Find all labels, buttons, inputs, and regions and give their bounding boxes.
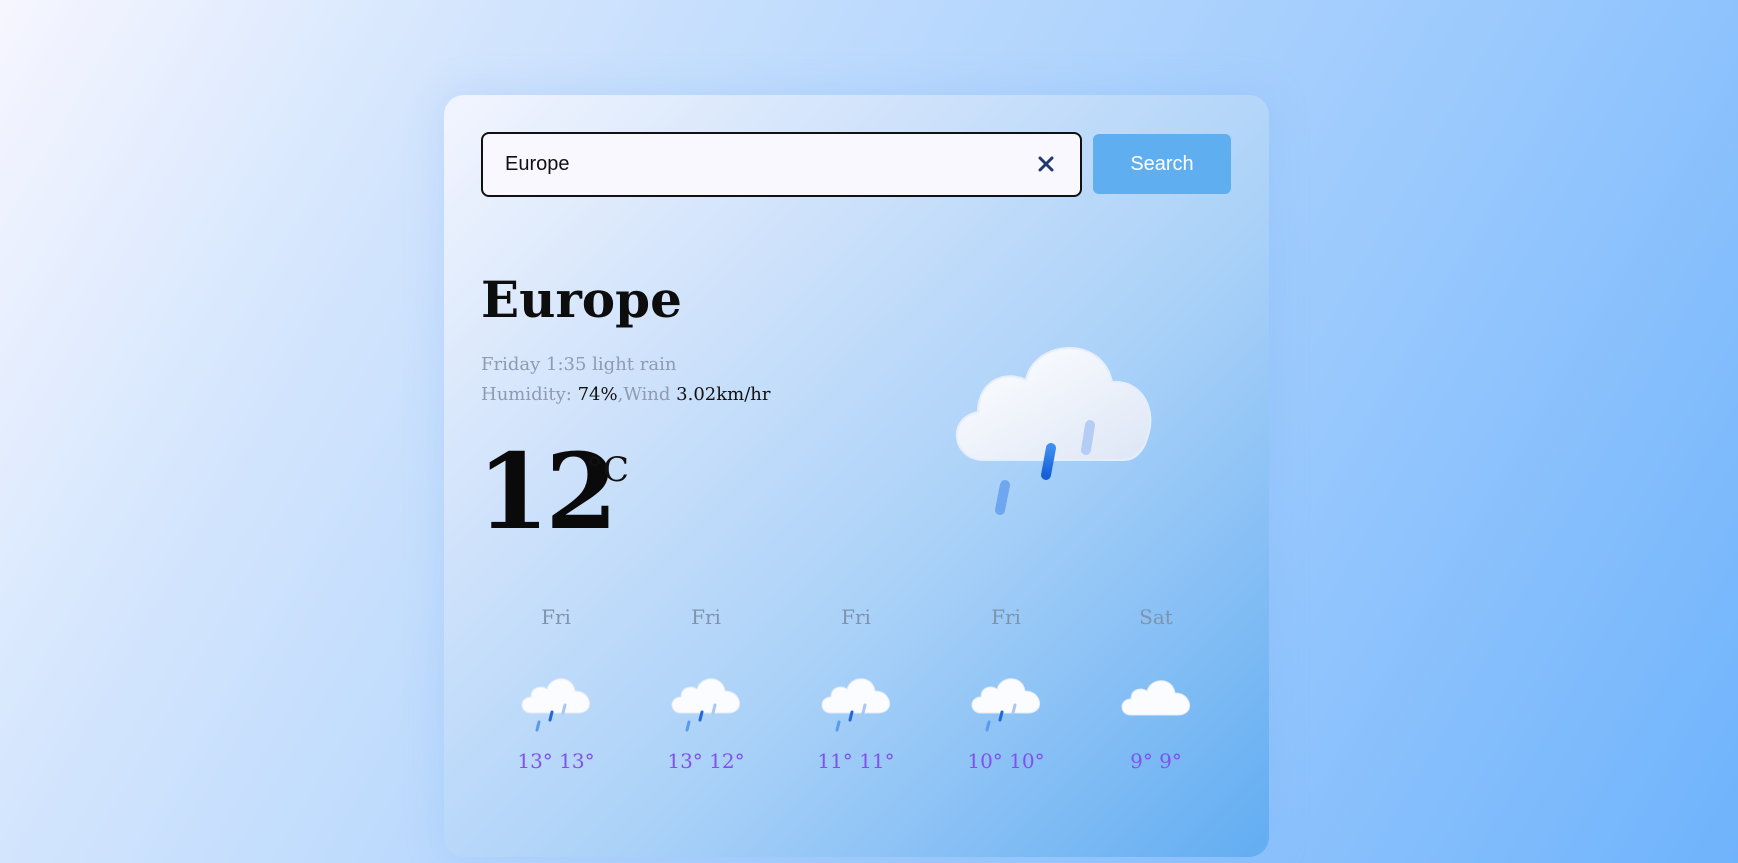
forecast-day: Fri 13° 12° (646, 605, 766, 773)
cloud-icon (1121, 680, 1190, 716)
cloud-rain-icon (521, 678, 590, 732)
forecast-day: Fri 13° 13° (496, 605, 616, 773)
forecast-day-name: Fri (541, 605, 571, 629)
cloud-rain-icon (971, 678, 1040, 732)
forecast-day: Sat 9° 9° (1096, 605, 1216, 773)
weather-details: Friday 1:35 light rain Humidity: 74%,Win… (481, 350, 770, 410)
cloud-rain-icon (821, 678, 890, 732)
weather-card: Search Europe Friday 1:35 light rain Hum… (444, 95, 1269, 857)
forecast-temps: 13° 12° (667, 749, 745, 773)
forecast-temps: 9° 9° (1130, 749, 1182, 773)
forecast-day-name: Fri (991, 605, 1021, 629)
forecast-day-name: Fri (691, 605, 721, 629)
forecast-temps: 11° 11° (817, 749, 895, 773)
humidity-value: 74% (577, 384, 618, 405)
forecast-day-name: Sat (1139, 605, 1173, 629)
humidity-label: Humidity: (481, 384, 572, 405)
search-button[interactable]: Search (1093, 134, 1231, 194)
wind-label: Wind (623, 384, 671, 405)
current-temperature: 12 (477, 430, 618, 553)
close-icon[interactable] (1034, 152, 1058, 176)
forecast-temps: 10° 10° (967, 749, 1045, 773)
search-field[interactable] (481, 132, 1082, 197)
city-name: Europe (481, 270, 682, 329)
condition: light rain (592, 354, 677, 375)
date-condition-line: Friday 1:35 light rain (481, 350, 770, 380)
search-input[interactable] (505, 134, 1025, 195)
cloud-rain-icon (955, 347, 1152, 515)
forecast-temps: 13° 13° (517, 749, 595, 773)
forecast-day: Fri 10° 10° (946, 605, 1066, 773)
forecast-day: Fri 11° 11° (796, 605, 916, 773)
humidity-wind-line: Humidity: 74%,Wind 3.02km/hr (481, 380, 770, 410)
forecast-day-name: Fri (841, 605, 871, 629)
temperature-unit: °C (586, 450, 630, 490)
cloud-rain-icon (671, 678, 740, 732)
day-time: Friday 1:35 (481, 354, 587, 375)
wind-value: 3.02km/hr (676, 384, 771, 405)
